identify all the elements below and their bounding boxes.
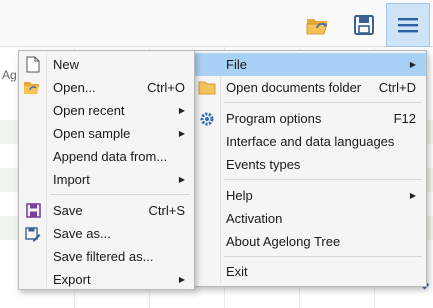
submenu-arrow-icon: ▶ xyxy=(409,191,416,200)
file-submenu: New Open... Ctrl+O Open recent ▶ Open sa… xyxy=(18,50,195,290)
menu-item-open[interactable]: Open... Ctrl+O xyxy=(19,76,194,99)
floppy-disk-icon xyxy=(354,15,374,35)
menu-item-about[interactable]: About Agelong Tree xyxy=(194,230,426,253)
submenu-arrow-icon: ▶ xyxy=(178,106,185,115)
menu-item-new[interactable]: New xyxy=(19,53,194,76)
menu-item-shortcut: F12 xyxy=(393,111,416,126)
menu-item-label: Export xyxy=(53,272,91,287)
menu-item-save[interactable]: Save Ctrl+S xyxy=(19,199,194,222)
menu-item-import[interactable]: Import ▶ xyxy=(19,168,194,191)
menu-item-label: Program options xyxy=(226,111,322,126)
menu-item-label: Open sample xyxy=(53,126,131,141)
menu-item-interface-languages[interactable]: Interface and data languages xyxy=(194,130,426,153)
menu-item-label: Exit xyxy=(226,264,248,279)
menu-item-open-recent[interactable]: Open recent ▶ xyxy=(19,99,194,122)
menu-item-label: Save as... xyxy=(53,226,111,241)
column-header: Ag xyxy=(2,68,17,82)
menu-item-label: Help xyxy=(226,188,253,203)
open-folder-icon xyxy=(23,79,41,97)
menu-item-label: Interface and data languages xyxy=(226,134,395,149)
menu-item-help[interactable]: Help ▶ xyxy=(194,184,426,207)
hamburger-menu-icon xyxy=(398,18,418,33)
menu-item-events-types[interactable]: Events types xyxy=(194,153,426,176)
save-as-icon xyxy=(24,225,42,243)
submenu-arrow-icon: ▶ xyxy=(409,60,416,69)
menu-item-shortcut: Ctrl+O xyxy=(147,80,185,95)
gear-icon xyxy=(198,110,216,128)
open-folder-toolbar-button[interactable] xyxy=(296,3,340,47)
save-icon xyxy=(24,202,42,220)
menu-item-shortcut: Ctrl+S xyxy=(148,203,185,218)
save-toolbar-button[interactable] xyxy=(342,3,386,47)
main-menu: File ▶ Open documents folder Ctrl+D Prog… xyxy=(193,50,427,287)
menu-item-label: Activation xyxy=(226,211,283,226)
menu-item-label: New xyxy=(53,57,80,72)
menu-item-exit[interactable]: Exit xyxy=(194,260,426,283)
folder-icon xyxy=(198,79,216,97)
menu-item-label: Open documents folder xyxy=(226,80,362,95)
menu-item-activation[interactable]: Activation xyxy=(194,207,426,230)
menu-item-append-data[interactable]: Append data from... xyxy=(19,145,194,168)
menu-separator xyxy=(224,256,422,257)
menu-item-file[interactable]: File ▶ xyxy=(194,53,426,76)
main-menu-button[interactable] xyxy=(386,3,430,47)
submenu-arrow-icon: ▶ xyxy=(178,129,185,138)
menu-item-label: Import xyxy=(53,172,90,187)
menu-item-label: Open... xyxy=(53,80,96,95)
menu-item-open-documents-folder[interactable]: Open documents folder Ctrl+D xyxy=(194,76,426,99)
menu-item-label: About Agelong Tree xyxy=(226,234,341,249)
menu-separator xyxy=(50,194,190,195)
submenu-arrow-icon: ▶ xyxy=(178,275,185,284)
menu-item-label: Events types xyxy=(226,157,301,172)
menu-item-save-as[interactable]: Save as... xyxy=(19,222,194,245)
folder-open-icon xyxy=(306,19,328,35)
new-document-icon xyxy=(24,56,42,74)
menu-item-label: Save filtered as... xyxy=(53,249,154,264)
menu-item-label: Open recent xyxy=(53,103,125,118)
menu-item-label: File xyxy=(226,57,247,72)
menu-item-label: Append data from... xyxy=(53,149,168,164)
submenu-arrow-icon: ▶ xyxy=(178,175,185,184)
menu-item-label: Save xyxy=(53,203,83,218)
menu-separator xyxy=(224,102,422,103)
menu-item-export[interactable]: Export ▶ xyxy=(19,268,194,291)
menu-item-open-sample[interactable]: Open sample ▶ xyxy=(19,122,194,145)
menu-separator xyxy=(224,179,422,180)
menu-item-save-filtered-as[interactable]: Save filtered as... xyxy=(19,245,194,268)
menu-item-program-options[interactable]: Program options F12 xyxy=(194,107,426,130)
menu-item-shortcut: Ctrl+D xyxy=(378,80,416,95)
